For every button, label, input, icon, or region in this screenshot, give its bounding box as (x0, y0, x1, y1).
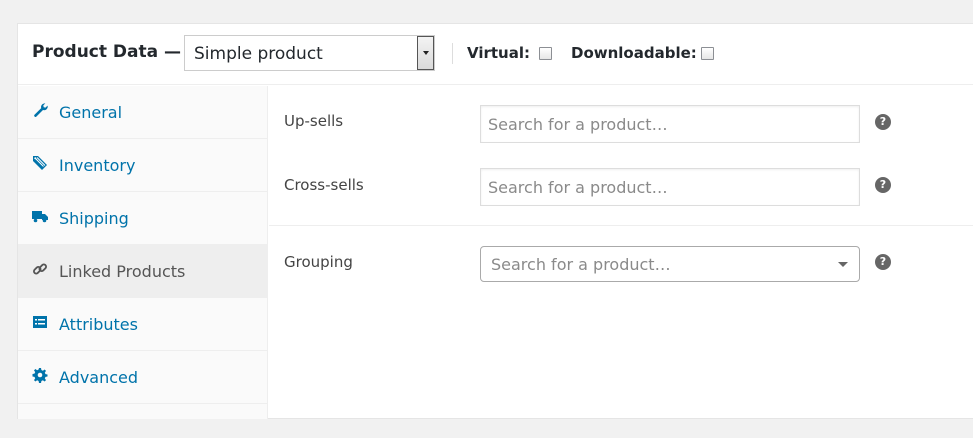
chevron-down-icon[interactable] (838, 262, 848, 267)
tag-icon (33, 156, 47, 170)
product-type-select[interactable]: Simple product (184, 35, 435, 71)
tab-label: Attributes (59, 315, 138, 334)
grouping-help-icon[interactable]: ? (875, 254, 891, 270)
crosssells-placeholder: Search for a product… (488, 178, 668, 197)
crosssells-label: Cross-sells (284, 176, 364, 194)
tab-attributes[interactable]: Attributes (18, 298, 267, 351)
dropdown-arrow-icon[interactable] (417, 36, 434, 70)
gear-icon (32, 368, 48, 383)
product-type-value: Simple product (194, 44, 323, 64)
upsells-placeholder: Search for a product… (488, 115, 668, 134)
tab-general[interactable]: General (18, 86, 267, 139)
product-data-header: Product Data — Simple product Virtual: D… (18, 24, 973, 85)
upsells-help-icon[interactable]: ? (875, 114, 891, 130)
wrench-icon (34, 103, 48, 117)
link-icon (33, 263, 47, 275)
header-divider (452, 43, 453, 64)
upsells-label: Up-sells (284, 112, 344, 130)
tab-label: Shipping (59, 209, 129, 228)
grouping-label: Grouping (284, 253, 353, 271)
upsells-search-input[interactable]: Search for a product… (480, 105, 860, 143)
crosssells-help-icon[interactable]: ? (875, 177, 891, 193)
grouping-select[interactable]: Search for a product… (480, 246, 860, 282)
grouping-placeholder: Search for a product… (491, 255, 671, 274)
tab-linked-products[interactable]: Linked Products (18, 245, 267, 298)
product-data-title: Product Data — (32, 42, 182, 62)
section-divider (269, 225, 973, 226)
tab-label: General (59, 103, 123, 122)
crosssells-search-input[interactable]: Search for a product… (480, 168, 860, 206)
tab-inventory[interactable]: Inventory (18, 139, 267, 192)
list-icon (33, 316, 47, 328)
tab-label: Linked Products (59, 262, 186, 281)
product-data-tabs: General Inventory Shipping Linked Produc… (18, 86, 268, 419)
tab-label: Inventory (59, 156, 136, 175)
truck-icon (32, 211, 48, 223)
tab-advanced[interactable]: Advanced (18, 351, 267, 404)
product-data-panel: Product Data — Simple product Virtual: D… (17, 23, 973, 419)
linked-products-panel: Up-sells Search for a product… ? Cross-s… (269, 86, 973, 419)
downloadable-checkbox[interactable] (701, 47, 714, 60)
virtual-label: Virtual: (467, 44, 530, 62)
tab-label: Advanced (59, 368, 139, 387)
downloadable-label: Downloadable: (571, 44, 697, 62)
virtual-checkbox[interactable] (539, 47, 552, 60)
tab-shipping[interactable]: Shipping (18, 192, 267, 245)
